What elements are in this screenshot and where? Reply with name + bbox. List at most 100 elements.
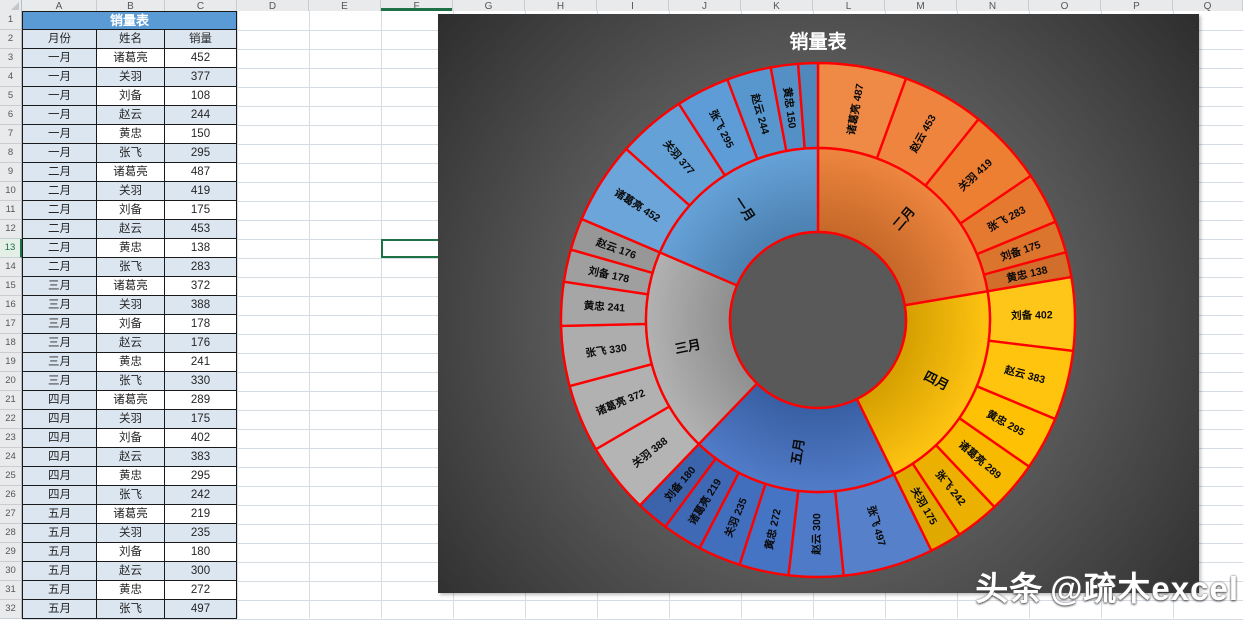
cell-B4[interactable]: 关羽 [97,68,165,87]
cell-A18[interactable]: 三月 [22,334,97,353]
column-header-F[interactable]: F [381,0,453,11]
cell-B13[interactable]: 黄忠 [97,239,165,258]
sales-sunburst-chart[interactable]: 销量表诸葛亮 487赵云 453关羽 419张飞 283刘备 175黄忠 138… [438,14,1199,593]
row-header-27[interactable]: 27 [0,505,22,524]
row-header-29[interactable]: 29 [0,543,22,562]
cell-A12[interactable]: 二月 [22,220,97,239]
cell-C11[interactable]: 175 [165,201,237,220]
cell-C31[interactable]: 272 [165,581,237,600]
cell-B12[interactable]: 赵云 [97,220,165,239]
row-header-18[interactable]: 18 [0,334,22,353]
cell-C14[interactable]: 283 [165,258,237,277]
cell-B21[interactable]: 诸葛亮 [97,391,165,410]
row-header-7[interactable]: 7 [0,125,22,144]
column-header-C[interactable]: C [165,0,237,11]
row-header-2[interactable]: 2 [0,30,22,49]
column-header-J[interactable]: J [669,0,741,11]
cell-C32[interactable]: 497 [165,600,237,619]
cell-B29[interactable]: 刘备 [97,543,165,562]
cell-C20[interactable]: 330 [165,372,237,391]
cell-B32[interactable]: 张飞 [97,600,165,619]
row-header-16[interactable]: 16 [0,296,22,315]
row-header-21[interactable]: 21 [0,391,22,410]
cell-C6[interactable]: 244 [165,106,237,125]
cell-C13[interactable]: 138 [165,239,237,258]
cell-C29[interactable]: 180 [165,543,237,562]
cell-A20[interactable]: 三月 [22,372,97,391]
cell-B28[interactable]: 关羽 [97,524,165,543]
cell-B16[interactable]: 关羽 [97,296,165,315]
cell-A17[interactable]: 三月 [22,315,97,334]
column-header-O[interactable]: O [1029,0,1101,11]
cell-A22[interactable]: 四月 [22,410,97,429]
cell-B23[interactable]: 刘备 [97,429,165,448]
cell-A7[interactable]: 一月 [22,125,97,144]
cell-A29[interactable]: 五月 [22,543,97,562]
row-header-31[interactable]: 31 [0,581,22,600]
cell-B14[interactable]: 张飞 [97,258,165,277]
cell-A14[interactable]: 二月 [22,258,97,277]
row-header-6[interactable]: 6 [0,106,22,125]
column-header-Q[interactable]: Q [1173,0,1243,11]
cell-B8[interactable]: 张飞 [97,144,165,163]
cell-B27[interactable]: 诸葛亮 [97,505,165,524]
cell-B17[interactable]: 刘备 [97,315,165,334]
cell-A25[interactable]: 四月 [22,467,97,486]
cell-C16[interactable]: 388 [165,296,237,315]
row-header-9[interactable]: 9 [0,163,22,182]
column-header-E[interactable]: E [309,0,381,11]
cell-C3[interactable]: 452 [165,49,237,68]
cell-A4[interactable]: 一月 [22,68,97,87]
cell-B25[interactable]: 黄忠 [97,467,165,486]
cell-C8[interactable]: 295 [165,144,237,163]
row-header-23[interactable]: 23 [0,429,22,448]
column-header-G[interactable]: G [453,0,525,11]
cell-A23[interactable]: 四月 [22,429,97,448]
column-header-L[interactable]: L [813,0,885,11]
row-header-22[interactable]: 22 [0,410,22,429]
row-header-4[interactable]: 4 [0,68,22,87]
cell-A16[interactable]: 三月 [22,296,97,315]
cell-A32[interactable]: 五月 [22,600,97,619]
cell-A26[interactable]: 四月 [22,486,97,505]
row-header-5[interactable]: 5 [0,87,22,106]
cell-A24[interactable]: 四月 [22,448,97,467]
row-header-28[interactable]: 28 [0,524,22,543]
select-all-corner[interactable] [0,0,22,11]
row-header-10[interactable]: 10 [0,182,22,201]
row-header-25[interactable]: 25 [0,467,22,486]
cell-A9[interactable]: 二月 [22,163,97,182]
cell-A11[interactable]: 二月 [22,201,97,220]
column-header-I[interactable]: I [597,0,669,11]
cell-C24[interactable]: 383 [165,448,237,467]
column-header-A[interactable]: A [22,0,97,11]
cell-A30[interactable]: 五月 [22,562,97,581]
cell-C30[interactable]: 300 [165,562,237,581]
cell-B11[interactable]: 刘备 [97,201,165,220]
cell-A21[interactable]: 四月 [22,391,97,410]
column-header-K[interactable]: K [741,0,813,11]
row-header-14[interactable]: 14 [0,258,22,277]
cell-B3[interactable]: 诸葛亮 [97,49,165,68]
cell-B18[interactable]: 赵云 [97,334,165,353]
row-header-26[interactable]: 26 [0,486,22,505]
cell-B10[interactable]: 关羽 [97,182,165,201]
cell-C10[interactable]: 419 [165,182,237,201]
cell-A31[interactable]: 五月 [22,581,97,600]
cell-A28[interactable]: 五月 [22,524,97,543]
row-header-30[interactable]: 30 [0,562,22,581]
cell-B24[interactable]: 赵云 [97,448,165,467]
cell-C12[interactable]: 453 [165,220,237,239]
cell-B22[interactable]: 关羽 [97,410,165,429]
row-header-20[interactable]: 20 [0,372,22,391]
cell-B20[interactable]: 张飞 [97,372,165,391]
row-header-17[interactable]: 17 [0,315,22,334]
cell-B6[interactable]: 赵云 [97,106,165,125]
cell-B30[interactable]: 赵云 [97,562,165,581]
column-header-M[interactable]: M [885,0,957,11]
cell-C22[interactable]: 175 [165,410,237,429]
cell-C27[interactable]: 219 [165,505,237,524]
column-header-H[interactable]: H [525,0,597,11]
cell-A19[interactable]: 三月 [22,353,97,372]
cell-A10[interactable]: 二月 [22,182,97,201]
